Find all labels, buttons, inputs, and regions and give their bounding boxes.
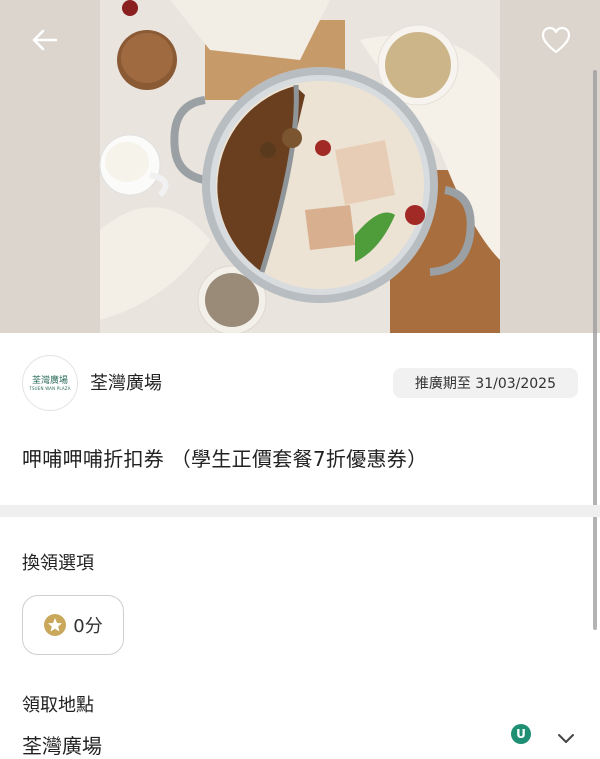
promotion-period-badge: 推廣期至 31/03/2025 [392, 368, 578, 398]
heart-outline-icon [541, 26, 571, 54]
u-logo-badge: U [511, 724, 531, 744]
hotpot-photo [0, 0, 600, 333]
pickup-location-value[interactable]: 荃灣廣場 [22, 730, 102, 759]
back-button[interactable] [24, 20, 64, 60]
section-divider [0, 505, 600, 517]
arrow-left-icon [32, 29, 58, 51]
star-coin-icon [44, 614, 67, 636]
favorite-button[interactable] [536, 20, 576, 60]
merchant-name[interactable]: 荃灣廣場 [90, 369, 162, 395]
redeem-options-label: 換領選項 [22, 553, 94, 574]
logo-text-cn: 荃灣廣場 [31, 375, 68, 386]
pickup-location-label: 領取地點 [22, 695, 94, 716]
chevron-down-icon[interactable] [556, 732, 576, 746]
points-option-chip[interactable]: 0分 [22, 595, 124, 655]
merchant-logo[interactable]: 荃灣廣場 TSUEN WAN PLAZA [22, 355, 78, 411]
offer-title: 呷哺呷哺折扣券 （學生正價套餐7折優惠券） [22, 447, 428, 471]
logo-text-en: TSUEN WAN PLAZA [29, 385, 71, 391]
points-label: 0分 [73, 616, 103, 637]
hero-image [0, 0, 600, 333]
merchant-row: 荃灣廣場 TSUEN WAN PLAZA 荃灣廣場 推廣期至 31/03/202… [0, 333, 600, 433]
